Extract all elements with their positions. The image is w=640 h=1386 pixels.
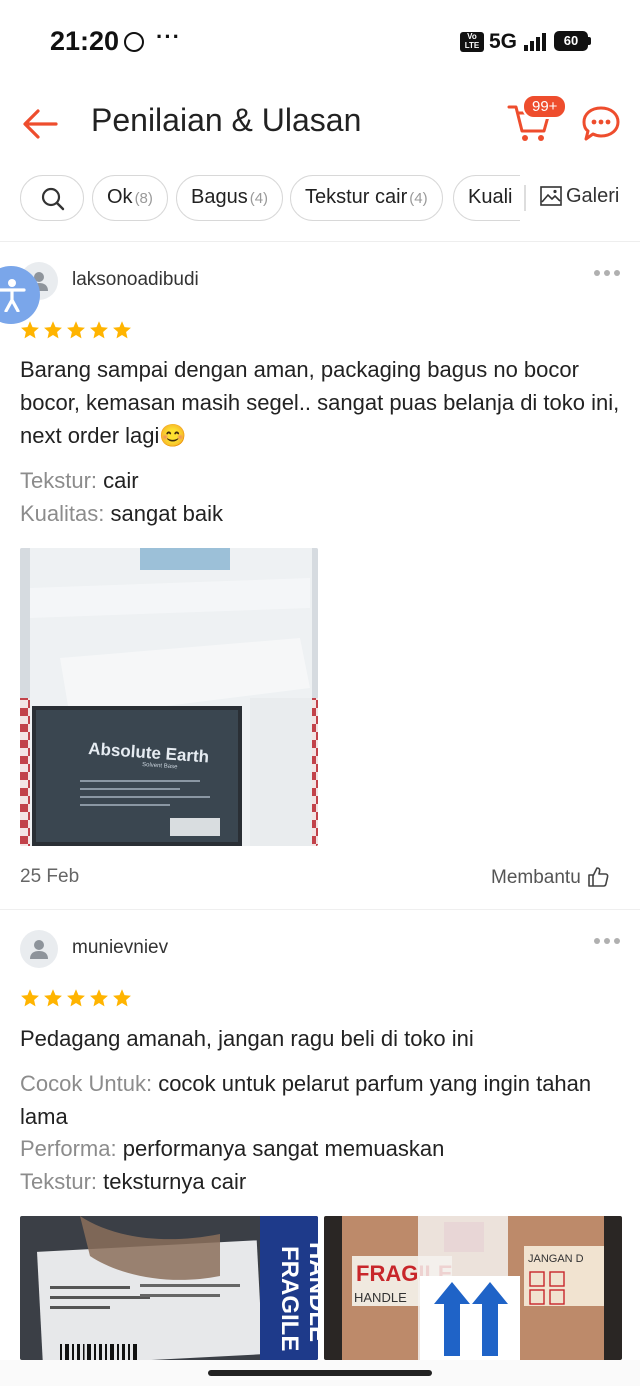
chip-label: Tekstur cair: [305, 186, 408, 208]
filter-chip-tekstur-cair[interactable]: Tekstur cair (4): [290, 175, 443, 221]
image-icon: [540, 186, 562, 206]
star-rating: [20, 988, 135, 1008]
search-icon: [41, 187, 65, 211]
chip-label: Kuali: [468, 186, 513, 208]
star-icon: [67, 321, 85, 339]
attribute-key: Performa:: [20, 1136, 117, 1161]
package-label-photo: FRAGILE HANDLE: [20, 1216, 318, 1360]
gallery-label: Galeri: [566, 185, 620, 207]
chip-count: (4): [409, 190, 428, 207]
review-item: munievniev Pedagang amanah, jangan ragu …: [0, 910, 640, 1360]
more-options-icon[interactable]: [592, 268, 622, 278]
review-text: Barang sampai dengan aman, packaging bag…: [20, 357, 620, 448]
photo-handle-text: HANDLE: [304, 1242, 318, 1342]
helpful-label: Membantu: [491, 867, 581, 888]
status-time: 21:20: [50, 26, 120, 56]
app-header: Penilaian & Ulasan 99+: [0, 84, 640, 164]
product-photo-jerrycan: Absolute Earth Solvent Base: [20, 548, 318, 846]
cart-badge: 99+: [522, 94, 568, 119]
star-icon: [113, 989, 131, 1007]
attribute-key: Cocok Untuk:: [20, 1071, 153, 1096]
gallery-filter-button[interactable]: Galeri: [540, 185, 619, 208]
divider: [524, 185, 526, 211]
star-icon: [44, 989, 62, 1007]
attribute-key: Tekstur:: [20, 1169, 98, 1194]
star-icon: [44, 321, 62, 339]
review-photo[interactable]: Absolute Earth Solvent Base: [20, 548, 318, 846]
username[interactable]: munievniev: [72, 937, 168, 959]
attribute-value: sangat baik: [110, 501, 224, 526]
star-icon: [113, 321, 131, 339]
more-notifications-icon: ···: [156, 24, 181, 49]
review-attribute: Tekstur: teksturnya cair: [20, 1165, 620, 1198]
thumbs-up-icon: [587, 867, 609, 887]
filter-chip-ok[interactable]: Ok (8): [92, 175, 168, 221]
chat-icon[interactable]: [580, 104, 622, 144]
attribute-key: Tekstur:: [20, 468, 98, 493]
box-fragile-sticker-photo: FRAGILE HANDLE JANGAN D: [324, 1216, 622, 1360]
attribute-value: performanya sangat memuaskan: [122, 1136, 445, 1161]
review-attribute: Performa: performanya sangat memuaskan: [20, 1132, 620, 1165]
home-indicator[interactable]: [208, 1370, 432, 1376]
review-attribute: Kualitas: sangat baik: [20, 497, 620, 530]
helpful-button[interactable]: Membantu: [491, 866, 609, 889]
chip-count: (8): [134, 190, 153, 207]
star-icon: [21, 989, 39, 1007]
battery-tip: [588, 37, 591, 45]
photo-jangan-text: JANGAN D: [528, 1253, 584, 1265]
filter-chip-bagus[interactable]: Bagus (4): [176, 175, 284, 221]
star-icon: [21, 321, 39, 339]
whatsapp-icon: [124, 32, 144, 52]
review-photo[interactable]: FRAGILE HANDLE JANGAN D: [324, 1216, 622, 1360]
network-type: 5G: [489, 30, 518, 53]
signal-icon: [524, 33, 548, 51]
back-arrow-icon[interactable]: [20, 104, 60, 144]
username[interactable]: laksonoadibudi: [72, 269, 199, 291]
star-icon: [90, 321, 108, 339]
avatar[interactable]: [20, 930, 58, 968]
volte-icon: Vo LTE: [460, 32, 484, 52]
attribute-value: cair: [103, 468, 139, 493]
review-item: laksonoadibudi Barang sampai dengan aman…: [0, 242, 640, 910]
review-attribute: Tekstur: cair: [20, 464, 620, 497]
review-text: Pedagang amanah, jangan ragu beli di tok…: [20, 1026, 474, 1051]
chip-count: (4): [249, 190, 269, 207]
chip-label: Bagus: [191, 186, 248, 208]
attribute-value: teksturnya cair: [103, 1169, 247, 1194]
status-bar: 21:20 ··· Vo LTE 5G 60: [0, 0, 640, 84]
photo-fragile-text: FRAGILE: [276, 1246, 303, 1351]
filter-bar: Ok (8) Bagus (4) Tekstur cair (4) Kuali Gal…: [0, 170, 640, 230]
user-icon: [30, 940, 48, 959]
photo-handle-sticker-text: HANDLE: [354, 1290, 407, 1305]
review-attribute: Cocok Untuk: cocok untuk pelarut parfum …: [20, 1067, 620, 1133]
star-rating: [20, 320, 135, 340]
attribute-key: Kualitas:: [20, 501, 105, 526]
more-options-icon[interactable]: [592, 936, 622, 946]
accessibility-icon: [0, 279, 26, 312]
review-photo[interactable]: FRAGILE HANDLE: [20, 1216, 318, 1360]
review-date: 25 Feb: [20, 866, 80, 887]
star-icon: [67, 989, 85, 1007]
page-title: Penilaian & Ulasan: [91, 102, 362, 138]
chip-label: Ok: [107, 186, 133, 208]
battery-icon: 60: [554, 31, 588, 51]
search-filter-button[interactable]: [20, 175, 84, 221]
star-icon: [90, 989, 108, 1007]
